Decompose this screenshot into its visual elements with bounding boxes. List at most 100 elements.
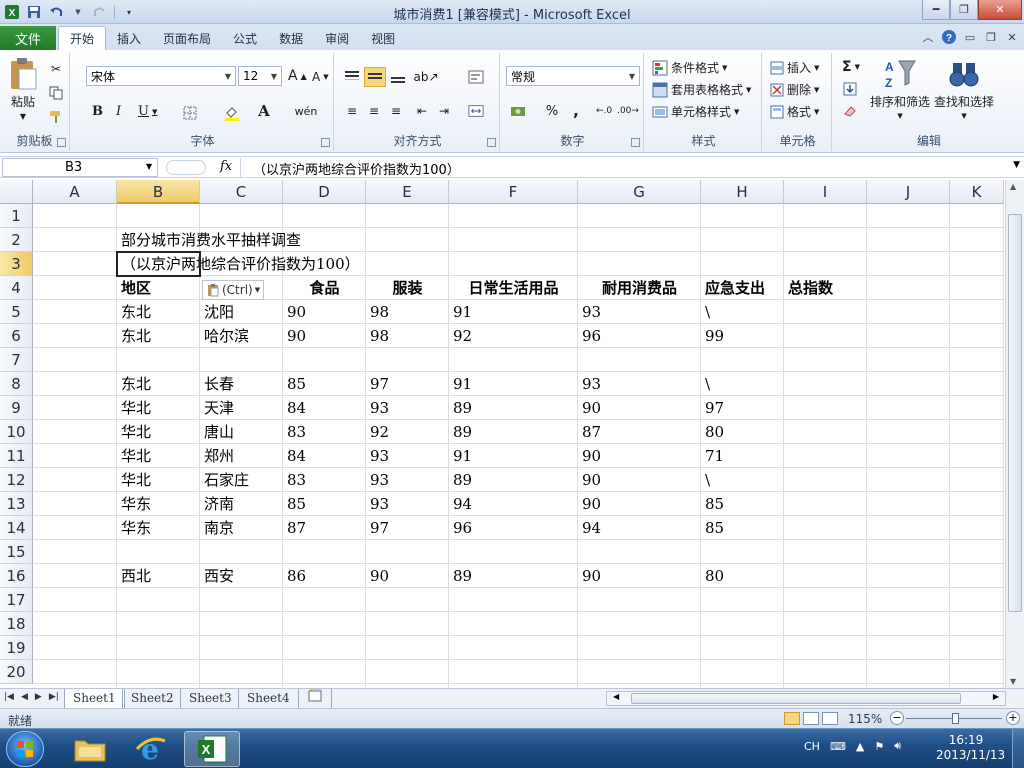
minimize-button[interactable]: ━	[922, 0, 950, 20]
data-cell-c16[interactable]: 西安	[200, 564, 283, 588]
data-cell-e14[interactable]: 97	[366, 516, 449, 540]
page-layout-view-icon[interactable]	[803, 712, 819, 725]
workbook-minimize-icon[interactable]: ▭	[962, 29, 978, 45]
data-cell-f16[interactable]: 89	[449, 564, 578, 588]
wrap-text-icon[interactable]	[468, 69, 484, 85]
header-cell-b[interactable]: 地区	[117, 276, 200, 300]
header-cell-e[interactable]: 服装	[366, 276, 449, 300]
data-cell-d16[interactable]: 86	[283, 564, 366, 588]
prev-sheet-icon[interactable]: ◀	[21, 692, 28, 702]
data-cell-e12[interactable]: 93	[366, 468, 449, 492]
workbook-restore-icon[interactable]: ❐	[983, 29, 999, 45]
first-sheet-icon[interactable]: |◀	[4, 692, 14, 702]
cut-icon[interactable]: ✂	[48, 61, 64, 77]
data-cell-c12[interactable]: 石家庄	[200, 468, 283, 492]
shrink-font-icon[interactable]: A ▼	[312, 70, 329, 84]
zoom-slider-thumb[interactable]	[952, 713, 959, 724]
scroll-left-icon[interactable]: ◀	[613, 692, 619, 701]
align-center-icon[interactable]: ≡	[366, 103, 382, 119]
data-cell-d10[interactable]: 83	[283, 420, 366, 444]
data-cell-b12[interactable]: 华北	[117, 468, 200, 492]
data-cell-d13[interactable]: 85	[283, 492, 366, 516]
data-cell-f9[interactable]: 89	[449, 396, 578, 420]
row-header-11[interactable]: 11	[0, 444, 33, 468]
row-header-17[interactable]: 17	[0, 588, 33, 612]
data-cell-g13[interactable]: 90	[578, 492, 701, 516]
zoom-in-icon[interactable]: +	[1006, 711, 1020, 725]
data-cell-g10[interactable]: 87	[578, 420, 701, 444]
name-box[interactable]: B3	[2, 158, 158, 177]
horizontal-scrollbar[interactable]: ◀ ▶	[606, 691, 1006, 706]
taskbar-excel[interactable]: X	[184, 731, 240, 767]
data-cell-c9[interactable]: 天津	[200, 396, 283, 420]
merge-center-icon[interactable]	[468, 103, 484, 119]
column-header-k[interactable]: K	[950, 180, 1004, 204]
show-desktop-button[interactable]	[1012, 729, 1024, 768]
data-cell-h10[interactable]: 80	[701, 420, 784, 444]
font-size-combo[interactable]: 12 ▼	[238, 66, 282, 86]
data-cell-h16[interactable]: 80	[701, 564, 784, 588]
column-header-d[interactable]: D	[283, 180, 366, 204]
page-break-view-icon[interactable]	[822, 712, 838, 725]
scroll-up-icon[interactable]: ▲	[1010, 182, 1016, 191]
row-header-13[interactable]: 13	[0, 492, 33, 516]
data-cell-e9[interactable]: 93	[366, 396, 449, 420]
increase-indent-icon[interactable]: ⇥	[436, 103, 452, 119]
show-hidden-icons-icon[interactable]: ▲	[856, 740, 864, 753]
clear-icon[interactable]	[842, 103, 858, 119]
sheet-tab-sheet3[interactable]: Sheet3	[180, 689, 240, 708]
find-select-button[interactable]: 查找和选择 ▼	[934, 57, 994, 120]
insert-sheet-button[interactable]	[298, 688, 332, 708]
data-cell-f8[interactable]: 91	[449, 372, 578, 396]
alignment-launcher-icon[interactable]	[487, 138, 496, 147]
data-cell-g6[interactable]: 96	[578, 324, 701, 348]
workbook-close-icon[interactable]: ✕	[1004, 29, 1020, 45]
data-cell-b5[interactable]: 东北	[117, 300, 200, 324]
align-bottom-icon[interactable]	[390, 69, 406, 85]
paste-button[interactable]: 粘贴 ▼	[8, 57, 38, 121]
format-painter-icon[interactable]	[48, 109, 64, 125]
conditional-formatting-button[interactable]: 条件格式 ▼	[652, 59, 727, 76]
autosum-icon[interactable]: Σ ▼	[842, 59, 860, 75]
header-cell-i[interactable]: 总指数	[784, 276, 867, 300]
header-cell-g[interactable]: 耐用消费品	[578, 276, 701, 300]
data-cell-h8[interactable]: \	[701, 372, 784, 396]
data-cell-d12[interactable]: 83	[283, 468, 366, 492]
ime-indicator[interactable]: CH	[804, 740, 820, 753]
data-cell-h12[interactable]: \	[701, 468, 784, 492]
data-cell-g8[interactable]: 93	[578, 372, 701, 396]
data-cell-h14[interactable]: 85	[701, 516, 784, 540]
help-icon[interactable]: ?	[941, 29, 957, 45]
header-cell-f[interactable]: 日常生活用品	[449, 276, 578, 300]
data-cell-c10[interactable]: 唐山	[200, 420, 283, 444]
column-header-c[interactable]: C	[200, 180, 283, 204]
grow-font-icon[interactable]: A ▲	[288, 68, 307, 84]
data-cell-e6[interactable]: 98	[366, 324, 449, 348]
data-cell-h5[interactable]: \	[701, 300, 784, 324]
delete-cells-button[interactable]: 删除 ▼	[770, 81, 819, 98]
restore-button[interactable]: ❐	[950, 0, 978, 20]
taskbar-clock[interactable]: 16:19 2013/11/13	[936, 733, 1005, 763]
data-cell-c11[interactable]: 郑州	[200, 444, 283, 468]
column-header-e[interactable]: E	[366, 180, 449, 204]
row-header-14[interactable]: 14	[0, 516, 33, 540]
header-cell-d[interactable]: 食品	[283, 276, 366, 300]
formula-input[interactable]: （以京沪两地综合评价指数为100）	[240, 158, 1004, 178]
row-header-7[interactable]: 7	[0, 348, 33, 372]
network-flag-icon[interactable]: ⚑	[874, 740, 884, 753]
row-header-18[interactable]: 18	[0, 612, 33, 636]
scroll-right-icon[interactable]: ▶	[993, 692, 999, 701]
row-header-2[interactable]: 2	[0, 228, 33, 252]
font-name-combo[interactable]: 宋体 ▼	[86, 66, 236, 86]
data-cell-g5[interactable]: 93	[578, 300, 701, 324]
scroll-down-icon[interactable]: ▼	[1010, 677, 1016, 686]
horizontal-scroll-thumb[interactable]	[631, 693, 961, 704]
tab-formulas[interactable]: 公式	[222, 26, 268, 50]
row-header-15[interactable]: 15	[0, 540, 33, 564]
column-header-f[interactable]: F	[449, 180, 578, 204]
column-header-g[interactable]: G	[578, 180, 701, 204]
underline-icon[interactable]: U ▼	[138, 104, 157, 119]
data-cell-f6[interactable]: 92	[449, 324, 578, 348]
row-header-12[interactable]: 12	[0, 468, 33, 492]
normal-view-icon[interactable]	[784, 712, 800, 725]
